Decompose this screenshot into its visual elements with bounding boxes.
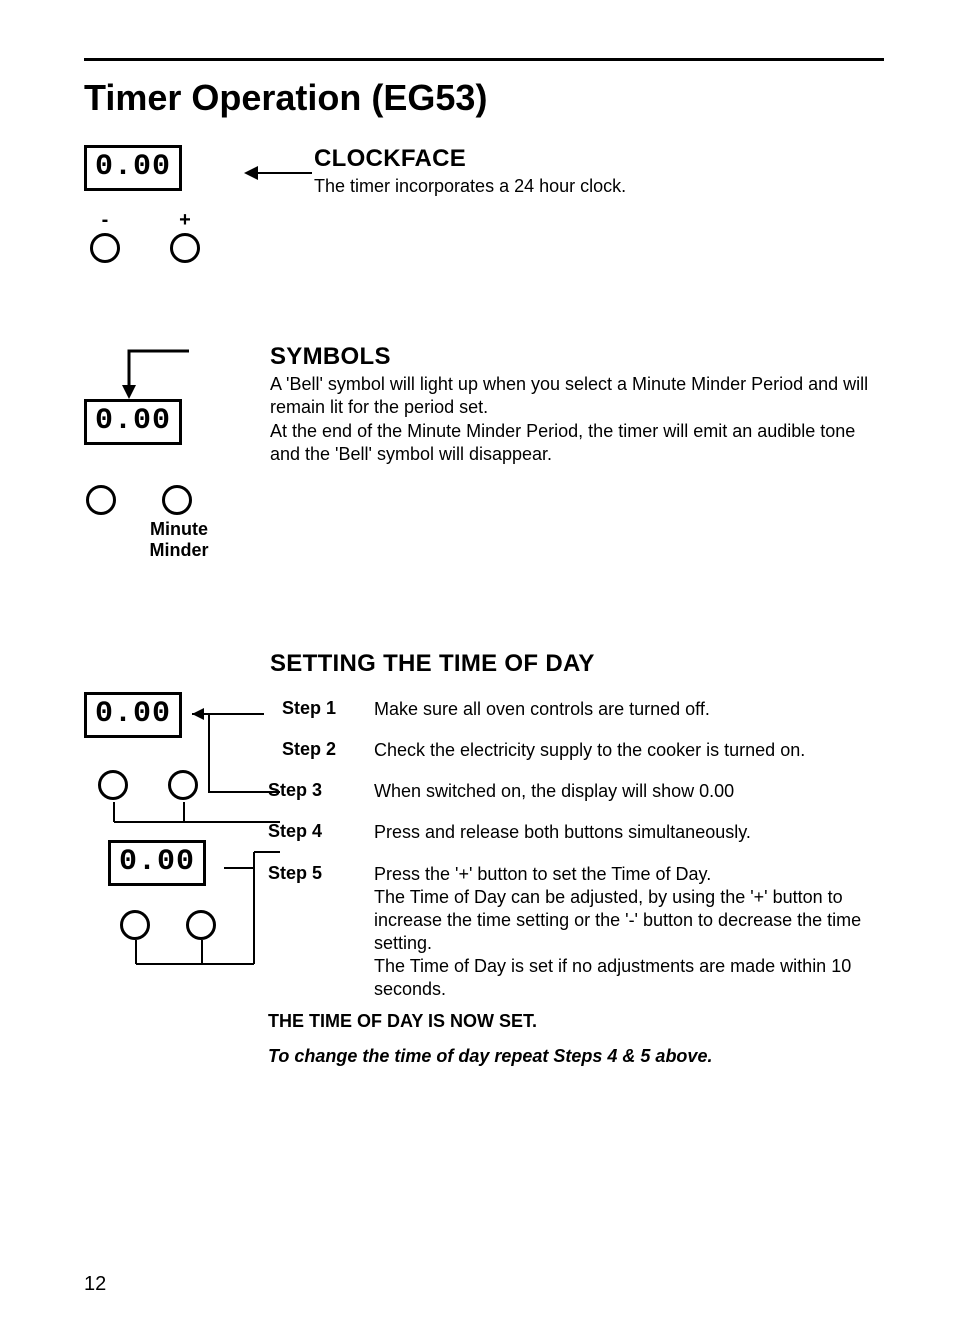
step-label: Step 3 bbox=[268, 780, 374, 801]
symbols-text-col: SYMBOLS A 'Bell' symbol will light up wh… bbox=[244, 343, 884, 467]
minus-button-icon bbox=[90, 233, 120, 263]
symbols-display-value: 0.00 bbox=[95, 404, 171, 438]
step-label: Step 1 bbox=[282, 698, 374, 719]
setting-time-section: SETTING THE TIME OF DAY bbox=[84, 650, 884, 1080]
setting-button-b-left-icon bbox=[120, 910, 150, 940]
clockface-display-value: 0.00 bbox=[95, 150, 171, 184]
steps-list: Step 1 Make sure all oven controls are t… bbox=[282, 698, 884, 1000]
step-label: Step 2 bbox=[282, 739, 374, 760]
plus-button-col: + bbox=[170, 209, 200, 263]
step-label: Step 4 bbox=[268, 821, 374, 842]
setting-button-a-right-icon bbox=[168, 770, 198, 800]
top-rule bbox=[84, 58, 884, 61]
clockface-figure: 0.00 - + bbox=[84, 145, 244, 263]
symbols-section: 0.00 Minute Minder SYMBOLS A 'Bell' symb… bbox=[84, 343, 884, 560]
setting-time-figure: 0.00 0.00 bbox=[84, 692, 270, 940]
symbols-display: 0.00 bbox=[84, 399, 182, 445]
symbols-button-right-icon bbox=[162, 485, 192, 515]
minus-label: - bbox=[102, 209, 109, 231]
step-row: Step 5 Press the '+' button to set the T… bbox=[268, 863, 884, 1001]
setting-button-b-right-icon bbox=[186, 910, 216, 940]
step-row: Step 4 Press and release both buttons si… bbox=[268, 821, 884, 844]
step-row: Step 2 Check the electricity supply to t… bbox=[282, 739, 884, 762]
setting-display-b-value: 0.00 bbox=[119, 845, 195, 879]
minute-minder-label: Minute Minder bbox=[114, 519, 244, 560]
setting-time-heading: SETTING THE TIME OF DAY bbox=[270, 650, 884, 678]
step-desc: Press and release both buttons simultane… bbox=[374, 821, 884, 844]
step-desc: Make sure all oven controls are turned o… bbox=[374, 698, 884, 721]
setting-display-a-value: 0.00 bbox=[95, 697, 171, 731]
plus-button-icon bbox=[170, 233, 200, 263]
clockface-section: 0.00 - + CLOCKFACE The timer incorporate… bbox=[84, 145, 884, 263]
setting-buttons-a bbox=[98, 770, 270, 800]
symbols-text: A 'Bell' symbol will light up when you s… bbox=[270, 373, 884, 467]
step-desc: Check the electricity supply to the cook… bbox=[374, 739, 884, 762]
step-row: Step 3 When switched on, the display wil… bbox=[268, 780, 884, 803]
symbols-heading: SYMBOLS bbox=[270, 343, 884, 371]
symbols-figure: 0.00 Minute Minder bbox=[84, 343, 244, 560]
step-desc: When switched on, the display will show … bbox=[374, 780, 884, 803]
symbols-button-row bbox=[86, 485, 244, 515]
setting-time-row: 0.00 0.00 Step 1 Make sure all oven cont… bbox=[84, 692, 884, 1080]
setting-display-b: 0.00 bbox=[108, 840, 206, 886]
clockface-text: The timer incorporates a 24 hour clock. bbox=[314, 175, 884, 198]
minus-button-col: - bbox=[90, 209, 120, 263]
setting-buttons-b bbox=[120, 910, 270, 940]
clockface-heading: CLOCKFACE bbox=[314, 145, 884, 173]
setting-button-a-left-icon bbox=[98, 770, 128, 800]
time-change-note: To change the time of day repeat Steps 4… bbox=[268, 1046, 884, 1067]
step-row: Step 1 Make sure all oven controls are t… bbox=[282, 698, 884, 721]
clockface-text-col: CLOCKFACE The timer incorporates a 24 ho… bbox=[304, 145, 884, 198]
time-set-confirm: THE TIME OF DAY IS NOW SET. bbox=[268, 1011, 884, 1032]
step-desc: Press the '+' button to set the Time of … bbox=[374, 863, 884, 1001]
page-number: 12 bbox=[84, 1273, 106, 1296]
clockface-button-row: - + bbox=[90, 209, 244, 263]
symbols-button-left-icon bbox=[86, 485, 116, 515]
plus-label: + bbox=[179, 209, 191, 231]
page-title: Timer Operation (EG53) bbox=[84, 77, 884, 119]
clockface-display: 0.00 bbox=[84, 145, 182, 191]
step-label: Step 5 bbox=[268, 863, 374, 884]
setting-display-a: 0.00 bbox=[84, 692, 182, 738]
steps-text-col: Step 1 Make sure all oven controls are t… bbox=[270, 692, 884, 1080]
bell-arrow-icon bbox=[94, 347, 204, 401]
